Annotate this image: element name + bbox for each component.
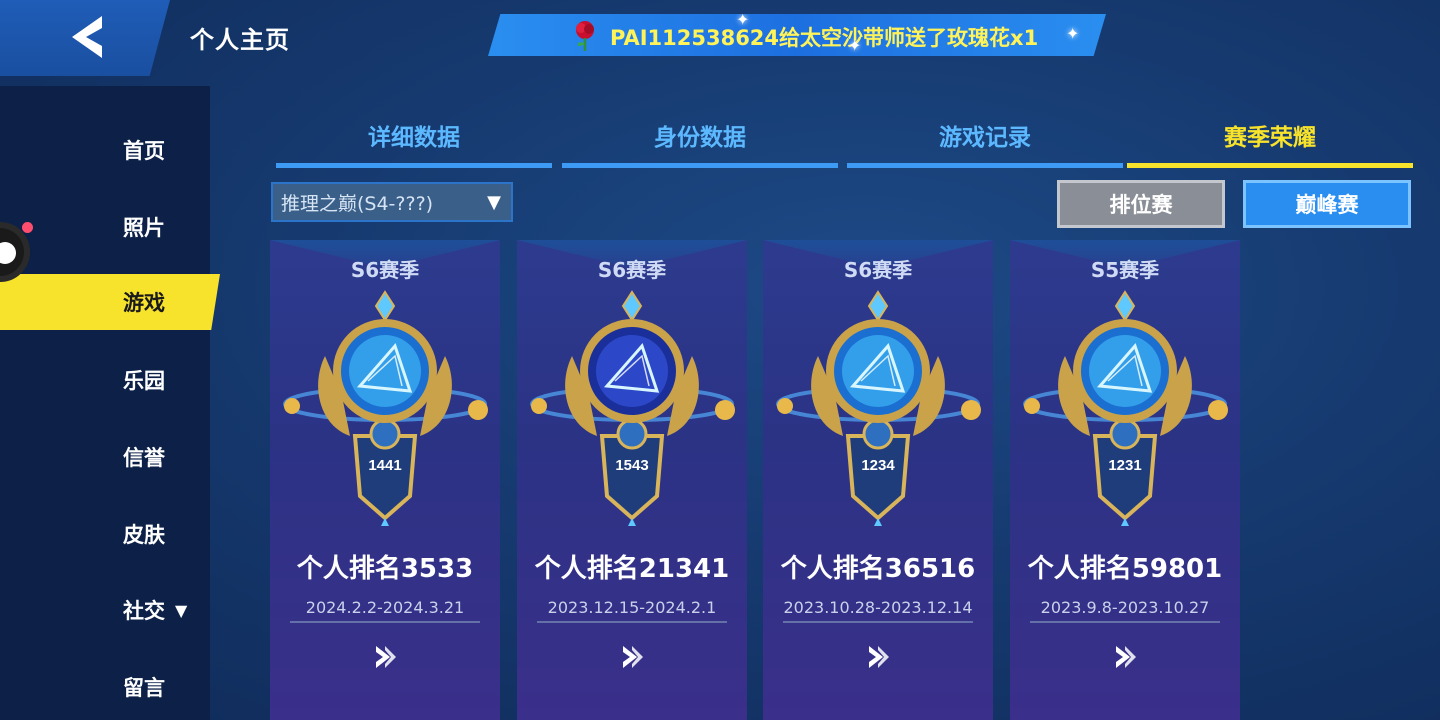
season-label: S5赛季 <box>1090 258 1160 282</box>
chevron-right-icon[interactable] <box>1110 642 1140 672</box>
season-card[interactable]: S6赛季 1441 个人排名3533 2024.2.2-2024.3.21 <box>270 240 500 720</box>
tab-label: 赛季荣耀 <box>1224 125 1316 151</box>
badge-score: 1231 <box>1108 457 1141 474</box>
chevron-right-icon[interactable] <box>617 642 647 672</box>
page-title: 个人主页 <box>190 26 290 54</box>
season-label: S6赛季 <box>843 258 913 282</box>
season-label: S6赛季 <box>350 258 420 282</box>
personal-rank: 个人排名3533 <box>296 554 474 584</box>
tab-identity-data[interactable]: 身份数据 <box>562 112 838 168</box>
sidebar-item-label: 乐园 <box>123 369 165 393</box>
sparkle-icon: ✦ <box>1066 24 1080 43</box>
rank-badge-icon: 1234 <box>763 286 993 530</box>
sidebar-item-skins[interactable]: 皮肤 <box>0 506 210 562</box>
season-select[interactable]: 推理之巅(S4-???) ▼ <box>271 182 513 222</box>
sparkle-icon: ✦ <box>736 10 750 29</box>
season-dates: 2024.2.2-2024.3.21 <box>290 598 480 623</box>
badge-score: 1441 <box>368 457 401 474</box>
rose-icon <box>576 21 594 51</box>
sidebar-item-park[interactable]: 乐园 <box>0 352 210 408</box>
tab-label: 详细数据 <box>368 125 460 151</box>
tab-season-honors[interactable]: 赛季荣耀 <box>1127 112 1413 168</box>
badge-score: 1543 <box>615 457 648 474</box>
sidebar-item-messages[interactable]: 留言 <box>0 659 210 715</box>
season-label: S6赛季 <box>597 258 667 282</box>
rank-badge-icon: 1231 <box>1010 286 1240 530</box>
personal-rank: 个人排名36516 <box>780 554 976 584</box>
season-dates: 2023.10.28-2023.12.14 <box>783 598 973 623</box>
sidebar-item-reputation[interactable]: 信誉 <box>0 429 210 485</box>
sparkle-icon: ✦ <box>848 36 862 55</box>
tab-label: 身份数据 <box>654 125 746 151</box>
badge-score: 1234 <box>861 457 895 474</box>
season-dates: 2023.9.8-2023.10.27 <box>1030 598 1220 623</box>
personal-rank: 个人排名21341 <box>534 554 730 584</box>
peak-mode-button[interactable]: 巅峰赛 <box>1243 180 1411 228</box>
chevron-down-icon: ▼ <box>175 600 188 620</box>
tab-detailed-data[interactable]: 详细数据 <box>276 112 552 168</box>
tab-label: 游戏记录 <box>939 125 1031 151</box>
sidebar-item-label: 皮肤 <box>123 523 165 547</box>
season-card[interactable]: S5赛季 1231 个人排名59801 2023.9.8-2023.10.27 <box>1010 240 1240 720</box>
sidebar-item-label: 信誉 <box>123 446 165 470</box>
notification-dot <box>22 222 33 233</box>
season-dates: 2023.12.15-2024.2.1 <box>537 598 727 623</box>
gift-message: PAI112538624给太空沙带师送了玫瑰花x1 <box>610 26 1039 50</box>
back-arrow-icon[interactable] <box>62 12 110 62</box>
gift-banner: PAI112538624给太空沙带师送了玫瑰花x1 ✦ ✦ ✦ <box>488 14 1106 56</box>
sidebar-item-label: 社交 <box>123 599 165 623</box>
sidebar-item-label: 首页 <box>123 139 165 163</box>
caret-down-icon: ▼ <box>487 192 501 213</box>
sidebar-item-label: 游戏 <box>123 291 165 315</box>
season-card[interactable]: S6赛季 1543 个人排名21341 2023.12.15-2024.2.1 <box>517 240 747 720</box>
ranked-mode-button[interactable]: 排位赛 <box>1057 180 1225 228</box>
rank-badge-icon: 1441 <box>270 286 500 530</box>
tab-game-records[interactable]: 游戏记录 <box>847 112 1123 168</box>
season-card[interactable]: S6赛季 1234 个人排名36516 2023.10.28-2023.12.14 <box>763 240 993 720</box>
sidebar-item-game[interactable]: 游戏 <box>0 274 220 330</box>
sidebar-item-label: 留言 <box>123 676 165 700</box>
chevron-right-icon[interactable] <box>370 642 400 672</box>
sidebar-item-home[interactable]: 首页 <box>0 122 210 178</box>
season-select-value: 推理之巅(S4-???) <box>281 192 434 215</box>
sidebar-item-label: 照片 <box>123 216 165 240</box>
sidebar-item-social[interactable]: 社交 ▼ <box>0 582 210 638</box>
chevron-right-icon[interactable] <box>863 642 893 672</box>
personal-rank: 个人排名59801 <box>1027 554 1223 584</box>
rank-badge-icon: 1543 <box>517 286 747 530</box>
